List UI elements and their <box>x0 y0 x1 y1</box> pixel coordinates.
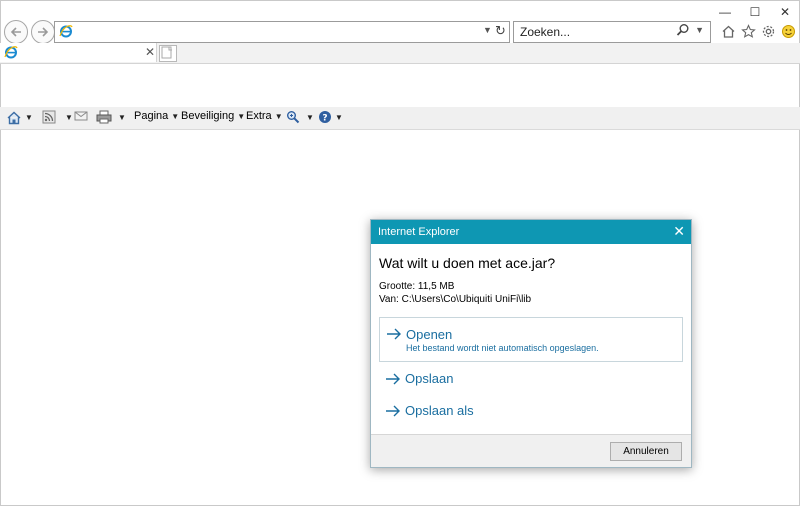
chevron-down-icon: ▼ <box>237 111 246 121</box>
chevron-down-icon: ▼ <box>335 112 343 122</box>
arrow-right-icon <box>385 373 401 388</box>
open-option[interactable]: Openen Het bestand wordt niet automatisc… <box>379 317 683 362</box>
menu-beveiliging-label: Beveiliging <box>181 110 235 122</box>
menu-extra-label: Extra <box>246 110 272 122</box>
mail-button[interactable] <box>74 110 88 122</box>
research-icon <box>287 111 300 124</box>
chevron-down-icon: ▼ <box>171 111 180 121</box>
open-option-description: Het bestand wordt niet automatisch opges… <box>406 343 599 353</box>
navigation-bar: ▼ ↻ Zoeken... ▼ <box>0 18 800 46</box>
search-placeholder: Zoeken... <box>520 25 571 39</box>
search-input[interactable]: Zoeken... ▼ <box>513 21 711 43</box>
menu-beveiliging[interactable]: Beveiliging ▼ <box>181 110 245 122</box>
home-icon[interactable] <box>720 22 736 40</box>
svg-text:?: ? <box>322 114 327 124</box>
ie-logo-icon <box>59 24 73 41</box>
tab-close-button[interactable]: ✕ <box>145 45 155 59</box>
address-dropdown-icon[interactable]: ▼ <box>483 25 492 35</box>
address-bar[interactable]: ▼ ↻ <box>54 21 510 43</box>
save-option[interactable]: Opslaan <box>379 370 681 390</box>
tab-strip: ✕ <box>0 43 800 64</box>
new-tab-button[interactable] <box>159 45 177 62</box>
help-button[interactable]: ? ▼ <box>318 110 343 124</box>
arrow-right-icon <box>385 405 401 420</box>
menu-pagina-label: Pagina <box>134 110 169 122</box>
file-source: Van: C:\Users\Co\Ubiquiti UniFi\lib <box>379 294 532 305</box>
command-bar: ▼ ▼ ▼ Pagina ▼ Beveiliging ▼ Extra ▼ ▼ ?… <box>0 107 800 130</box>
home-icon <box>7 111 21 125</box>
refresh-icon[interactable]: ↻ <box>495 23 506 39</box>
favorites-star-icon[interactable] <box>740 22 756 40</box>
dialog-question: Wat wilt u doen met ace.jar? <box>379 255 556 271</box>
search-dropdown-icon[interactable]: ▼ <box>695 25 704 35</box>
dialog-footer: Annuleren <box>371 434 691 467</box>
home-button[interactable]: ▼ <box>6 110 33 125</box>
back-icon <box>10 27 21 37</box>
back-button[interactable] <box>4 20 28 44</box>
research-button[interactable]: ▼ <box>286 110 314 124</box>
chevron-down-icon: ▼ <box>274 111 283 121</box>
menu-pagina[interactable]: Pagina ▼ <box>134 110 179 122</box>
dialog-title: Internet Explorer <box>378 226 460 238</box>
feeds-icon <box>42 110 56 124</box>
chevron-down-icon: ▼ <box>25 113 33 122</box>
dialog-titlebar: Internet Explorer ✕ <box>371 220 691 244</box>
tab-active[interactable]: ✕ <box>0 43 157 62</box>
smiley-icon[interactable] <box>780 22 796 40</box>
print-icon <box>96 110 112 124</box>
arrow-right-icon <box>386 328 402 343</box>
forward-icon <box>38 27 49 37</box>
mail-icon <box>74 111 88 121</box>
menu-extra[interactable]: Extra ▼ <box>246 110 283 122</box>
dialog-close-button[interactable]: ✕ <box>673 223 685 240</box>
forward-button[interactable] <box>31 20 55 44</box>
save-as-option-label: Opslaan als <box>405 403 474 418</box>
file-size: Grootte: 11,5 MB <box>379 281 455 292</box>
open-option-label: Openen <box>406 327 453 342</box>
download-dialog: Internet Explorer ✕ Wat wilt u doen met … <box>370 219 692 468</box>
search-icon[interactable] <box>676 23 690 40</box>
save-as-option[interactable]: Opslaan als <box>379 402 681 422</box>
chevron-down-icon: ▼ <box>65 112 73 122</box>
chevron-down-icon: ▼ <box>118 112 126 122</box>
gear-icon[interactable] <box>760 22 776 40</box>
cancel-button[interactable]: Annuleren <box>610 442 682 461</box>
toolbar-right-icons <box>720 22 796 40</box>
ie-logo-icon <box>4 45 18 62</box>
chevron-down-icon: ▼ <box>306 112 314 122</box>
help-icon: ? <box>319 111 331 124</box>
new-tab-icon <box>161 46 172 59</box>
save-option-label: Opslaan <box>405 371 454 386</box>
feeds-button[interactable]: ▼ <box>42 110 73 124</box>
print-button[interactable]: ▼ <box>96 110 126 124</box>
